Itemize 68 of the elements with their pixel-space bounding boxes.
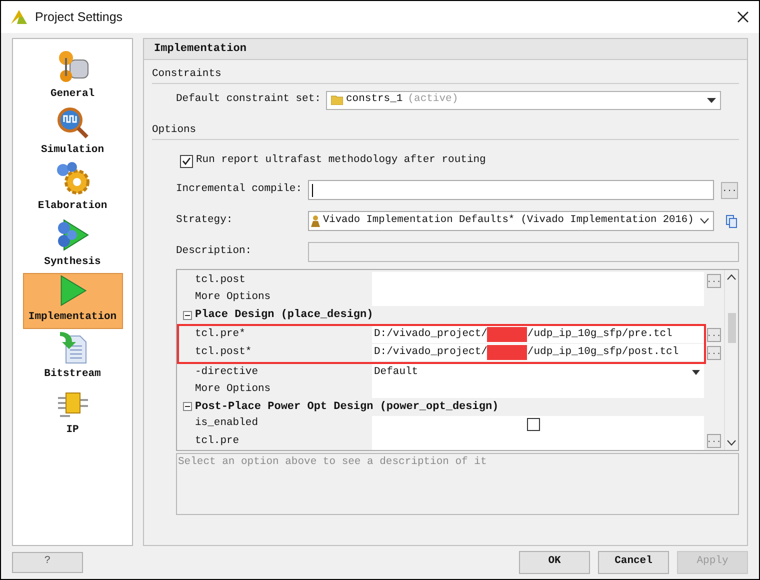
checkbox[interactable] bbox=[527, 418, 540, 431]
folder-icon bbox=[331, 95, 343, 105]
property-value: /udp_ip_10g_sfp/pre.tcl bbox=[527, 326, 672, 342]
property-name: More Options bbox=[194, 290, 272, 305]
dropdown-arrow-icon bbox=[707, 98, 716, 102]
description-hint: Select an option above to see a description of it bbox=[178, 456, 487, 468]
value-cell[interactable]: D:/vivado_project/ /udp_ip_10g_sfp/pre.tcl bbox=[372, 326, 704, 344]
window-title: Project Settings bbox=[35, 8, 123, 26]
sidebar-item[interactable]: Simulation bbox=[22, 105, 122, 161]
property-value: D:/vivado_project/ bbox=[374, 344, 488, 360]
property-name: More Options bbox=[194, 382, 272, 397]
section-title: Post-Place Power Opt Design (power_opt_design) bbox=[195, 400, 499, 415]
scroll-up-icon[interactable] bbox=[727, 274, 736, 280]
property-name: tcl.post* bbox=[194, 344, 253, 360]
field-label: Default constraint set: bbox=[176, 92, 322, 108]
property-name: is_enabled bbox=[194, 416, 260, 432]
app-logo-icon bbox=[11, 10, 27, 24]
field-label: Strategy: bbox=[176, 213, 234, 228]
browse-button[interactable]: ... bbox=[721, 182, 738, 198]
sidebar-item[interactable]: General bbox=[22, 49, 122, 105]
property-name: -directive bbox=[194, 364, 260, 380]
description-field[interactable] bbox=[308, 242, 739, 262]
checkbox-label: Run report ultrafast methodology after routing bbox=[196, 153, 486, 168]
scroll-thumb[interactable] bbox=[728, 313, 736, 343]
property-value[interactable]: Default bbox=[374, 364, 418, 380]
group-heading: Constraints bbox=[152, 67, 222, 82]
checkbox[interactable] bbox=[180, 154, 193, 168]
help-button[interactable]: ? bbox=[12, 552, 83, 572]
value-cell[interactable]: D:/vivado_project/ /udp_ip_10g_sfp/post.tcl bbox=[372, 344, 704, 362]
cancel-button[interactable]: Cancel bbox=[598, 550, 669, 574]
panel-header: Implementation bbox=[144, 39, 747, 60]
property-name: tcl.pre bbox=[194, 434, 240, 448]
value-cell[interactable]: Default bbox=[372, 364, 704, 381]
value-cell[interactable] bbox=[372, 432, 704, 450]
section-title: Place Design (place_design) bbox=[195, 308, 374, 323]
property-name: tcl.pre* bbox=[194, 326, 246, 342]
ok-button[interactable]: OK bbox=[519, 550, 590, 574]
field-label: Incremental compile: bbox=[176, 182, 304, 198]
chevron-down-icon bbox=[700, 218, 709, 224]
scrollbar[interactable] bbox=[724, 270, 738, 450]
copy-icon[interactable] bbox=[726, 214, 737, 228]
scroll-down-icon[interactable] bbox=[727, 440, 736, 446]
browse-button[interactable]: ... bbox=[707, 434, 721, 448]
sidebar-item[interactable]: Implementation bbox=[22, 273, 122, 329]
strategy-dropdown[interactable]: Vivado Implementation Defaults* (Vivado Implementation 2016) bbox=[308, 211, 714, 231]
sidebar-item[interactable]: Elaboration bbox=[22, 161, 122, 217]
browse-button[interactable]: ... bbox=[707, 346, 721, 360]
browse-button[interactable]: ... bbox=[707, 328, 721, 342]
field-label: Description: bbox=[176, 244, 253, 260]
sidebar-item[interactable]: IP bbox=[22, 385, 122, 441]
group-heading: Options bbox=[152, 123, 196, 138]
sidebar-item[interactable]: Synthesis bbox=[22, 217, 122, 273]
play-spheres-icon bbox=[56, 218, 90, 252]
property-value: D:/vivado_project/ bbox=[374, 326, 488, 342]
value-cell[interactable] bbox=[372, 416, 704, 433]
property-value: /udp_ip_10g_sfp/post.tcl bbox=[527, 344, 679, 360]
dropdown-arrow-icon[interactable] bbox=[692, 370, 700, 375]
incremental-compile-field[interactable] bbox=[308, 180, 714, 200]
browse-button[interactable]: ... bbox=[707, 274, 721, 288]
collapse-toggle[interactable] bbox=[183, 310, 192, 320]
property-name: tcl.post bbox=[194, 272, 246, 288]
gear-icon bbox=[54, 162, 90, 196]
person-icon bbox=[311, 215, 320, 227]
sidebar-item[interactable]: Bitstream bbox=[22, 329, 122, 385]
collapse-toggle[interactable] bbox=[183, 402, 192, 412]
constraint-set-dropdown[interactable]: constrs_1 (active) bbox=[326, 90, 721, 110]
close-icon[interactable] bbox=[737, 11, 749, 23]
magnifier-icon bbox=[56, 106, 90, 140]
